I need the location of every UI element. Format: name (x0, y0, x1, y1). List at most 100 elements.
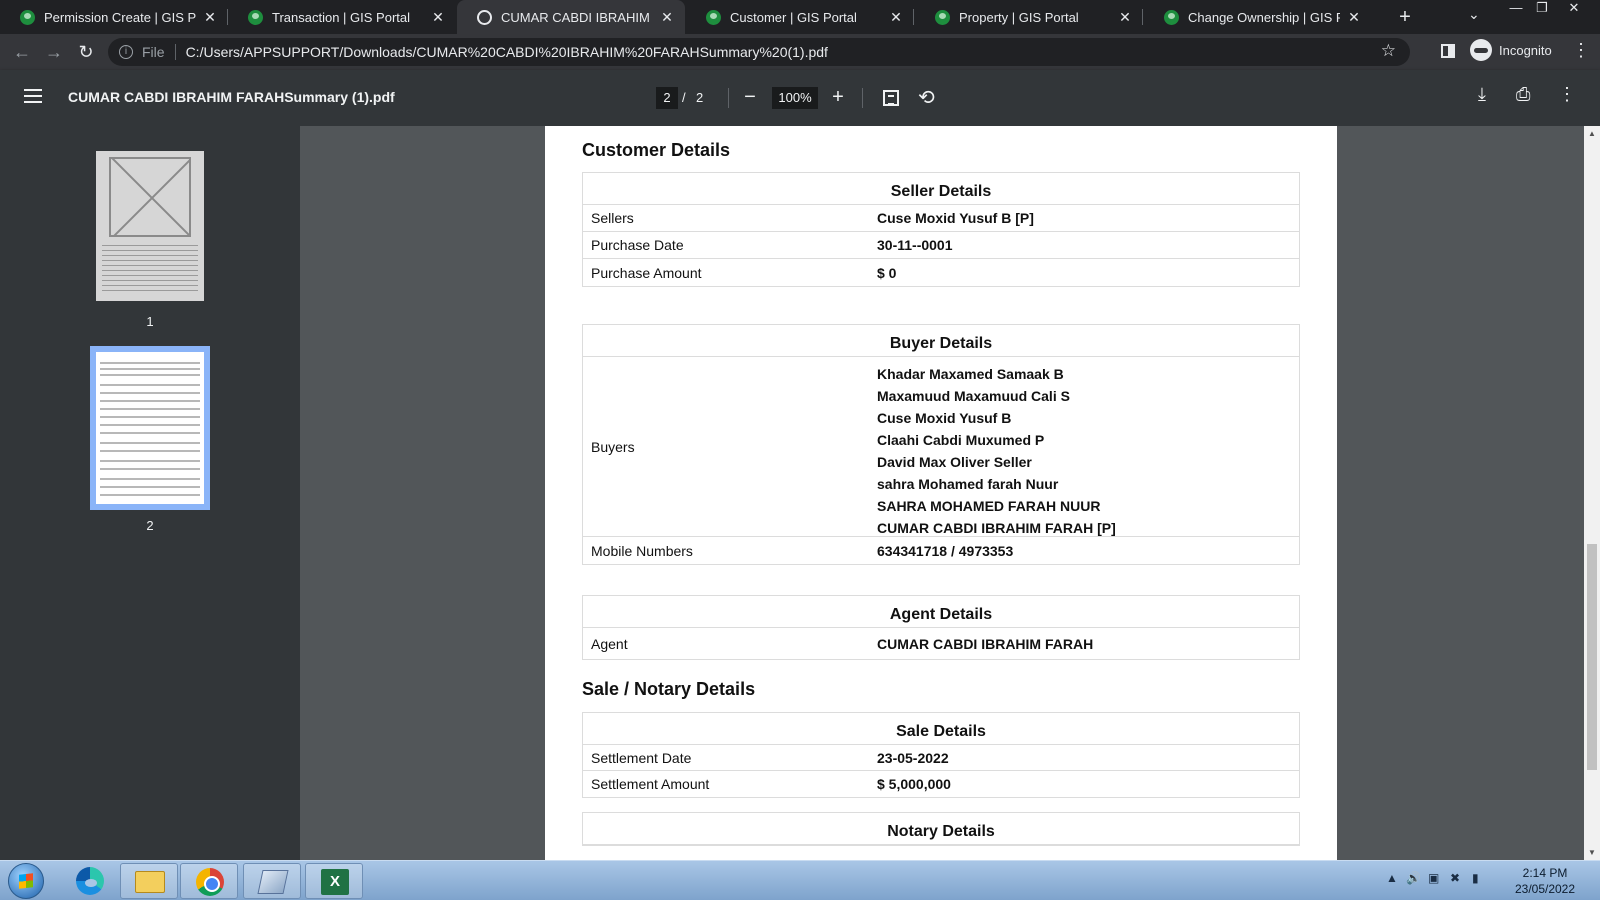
network-adapter-icon[interactable]: ▣ (1428, 871, 1439, 885)
taskbar-app-explorer[interactable] (120, 863, 178, 899)
page-thumbnail-2[interactable] (90, 346, 210, 510)
incognito-label: Incognito (1499, 42, 1552, 58)
thumbnail-sidebar: 1 2 (0, 126, 300, 860)
download-icon[interactable]: ⤓ (1478, 84, 1486, 105)
address-bar[interactable]: i File C:/Users/APPSUPPORT/Downloads/CUM… (108, 38, 1410, 66)
incognito-indicator[interactable]: Incognito (1470, 39, 1552, 61)
signal-icon[interactable]: ▮ (1472, 871, 1479, 885)
system-tray: ▲ 🔊 ▣ ✖ ▮ (1386, 871, 1496, 891)
globe-icon (477, 9, 492, 25)
tab-transaction[interactable]: Transaction | GIS Portal ✕ (228, 0, 456, 34)
list-item: CUMAR CABDI IBRAHIM FARAH [P] (877, 520, 1116, 536)
close-icon[interactable]: ✕ (888, 9, 904, 26)
scroll-up-icon[interactable]: ▲ (1584, 129, 1600, 138)
thumbnail-number: 2 (146, 518, 154, 533)
window-close-icon[interactable]: ✕ (1560, 0, 1588, 20)
excel-icon: X (321, 869, 349, 895)
table-row: Mobile Numbers 634341718 / 4973353 (583, 537, 1299, 564)
list-item: Claahi Cabdi Muxumed P (877, 432, 1045, 448)
incognito-icon (1470, 39, 1492, 61)
row-value: 634341718 / 4973353 (877, 542, 1014, 559)
tab-permission-create[interactable]: Permission Create | GIS Portal ✕ (0, 0, 228, 34)
side-panel-icon[interactable] (1441, 44, 1455, 58)
zoom-out-button[interactable]: − (738, 85, 762, 109)
scroll-down-icon[interactable]: ▼ (1584, 848, 1600, 857)
tab-divider (1142, 9, 1143, 25)
reload-icon[interactable]: ↻ (74, 40, 98, 64)
sale-details-table: Sale Details Settlement Date 23-05-2022 … (582, 712, 1300, 798)
start-button[interactable] (8, 863, 44, 899)
table-row: Agent CUMAR CABDI IBRAHIM FARAH (583, 628, 1299, 659)
tab-change-ownership[interactable]: Change Ownership | GIS Portal ✕ (1144, 0, 1372, 34)
menu-hamburger-icon[interactable] (24, 89, 42, 103)
scheme-label: File (142, 44, 165, 60)
close-icon[interactable]: ✕ (202, 9, 218, 26)
buyer-details-table: Buyer Details Buyers Khadar Maxamed Sama… (582, 324, 1300, 565)
rotate-icon[interactable]: ⟲ (918, 85, 935, 110)
no-network-icon[interactable]: ✖ (1450, 871, 1460, 885)
info-icon[interactable]: i (119, 45, 133, 59)
vertical-scrollbar[interactable]: ▲ ▼ (1584, 126, 1600, 860)
notary-details-table: Notary Details (582, 812, 1300, 846)
bookmark-star-icon[interactable]: ☆ (1381, 41, 1396, 61)
taskbar-app-excel[interactable]: X (305, 863, 363, 899)
show-hidden-icons-icon[interactable]: ▲ (1386, 871, 1398, 885)
pdf-viewport[interactable]: Customer Details Seller Details Sellers … (300, 126, 1584, 860)
scrollbar-thumb[interactable] (1587, 544, 1597, 770)
tab-pdf-summary[interactable]: CUMAR CABDI IBRAHIM FARAH ✕ (457, 0, 685, 34)
back-arrow-icon[interactable]: ← (10, 40, 34, 64)
close-icon[interactable]: ✕ (659, 9, 675, 26)
seller-details-table: Seller Details Sellers Cuse Moxid Yusuf … (582, 172, 1300, 287)
tab-strip: Permission Create | GIS Portal ✕ Transac… (0, 0, 1600, 34)
browser-menu-icon[interactable]: ⋮ (1572, 40, 1590, 61)
browser-toolbar: ← → ↻ i File C:/Users/APPSUPPORT/Downloa… (0, 34, 1600, 70)
edge-icon (76, 867, 104, 895)
row-value: $ 0 (877, 264, 897, 281)
row-label: Buyers (591, 438, 635, 455)
tab-customer[interactable]: Customer | GIS Portal ✕ (686, 0, 914, 34)
table-row: Buyers Khadar Maxamed Samaak B Maxamuud … (583, 357, 1299, 537)
close-icon[interactable]: ✕ (1346, 9, 1362, 26)
toolbar-divider (728, 88, 729, 108)
restore-icon[interactable]: ❐ (1528, 0, 1556, 20)
table-heading: Seller Details (583, 173, 1299, 205)
more-options-icon[interactable]: ⋮ (1558, 84, 1576, 105)
close-icon[interactable]: ✕ (1117, 9, 1133, 26)
table-heading: Buyer Details (583, 325, 1299, 357)
tab-search-chevron-icon[interactable]: ⌄ (1468, 6, 1480, 23)
url-text[interactable]: C:/Users/APPSUPPORT/Downloads/CUMAR%20CA… (186, 44, 828, 60)
taskbar-app-chrome[interactable] (180, 863, 238, 899)
pdf-page: Customer Details Seller Details Sellers … (545, 126, 1337, 860)
zoom-input[interactable]: 100% (772, 87, 818, 109)
page-number-input[interactable]: 2 (656, 87, 678, 109)
gis-favicon-icon (706, 9, 721, 25)
volume-icon[interactable]: 🔊 (1406, 871, 1421, 885)
fit-to-page-icon[interactable] (883, 90, 899, 106)
gis-favicon-icon (20, 9, 35, 25)
new-tab-button[interactable]: + (1393, 5, 1417, 29)
clock-date: 23/05/2022 (1514, 882, 1576, 896)
thumbnail-page (96, 352, 204, 504)
close-icon[interactable]: ✕ (430, 9, 446, 26)
forward-arrow-icon[interactable]: → (42, 40, 66, 64)
print-icon[interactable]: ⎙ (1516, 84, 1530, 105)
tab-label: Property | GIS Portal (959, 9, 1079, 25)
clock[interactable]: 2:14 PM 23/05/2022 (1500, 865, 1590, 897)
zoom-in-button[interactable]: + (826, 85, 850, 109)
pen-app-icon (257, 870, 289, 894)
table-row: Purchase Date 30-11--0001 (583, 232, 1299, 259)
thumbnail-lines (102, 243, 198, 293)
table-row: Sellers Cuse Moxid Yusuf B [P] (583, 205, 1299, 232)
taskbar-app-edge[interactable] (60, 863, 118, 899)
tab-property[interactable]: Property | GIS Portal ✕ (915, 0, 1143, 34)
minimize-icon[interactable]: — (1502, 0, 1530, 20)
list-item: SAHRA MOHAMED FARAH NUUR (877, 498, 1101, 514)
taskbar-app-pen[interactable] (243, 863, 301, 899)
toolbar-divider (862, 88, 863, 108)
gis-favicon-icon (1164, 9, 1179, 25)
page-thumbnail-1[interactable] (96, 151, 204, 301)
tab-label: Transaction | GIS Portal (272, 9, 411, 25)
section-title-customer: Customer Details (582, 140, 731, 160)
row-label: Mobile Numbers (591, 542, 693, 559)
table-heading: Sale Details (583, 713, 1299, 745)
